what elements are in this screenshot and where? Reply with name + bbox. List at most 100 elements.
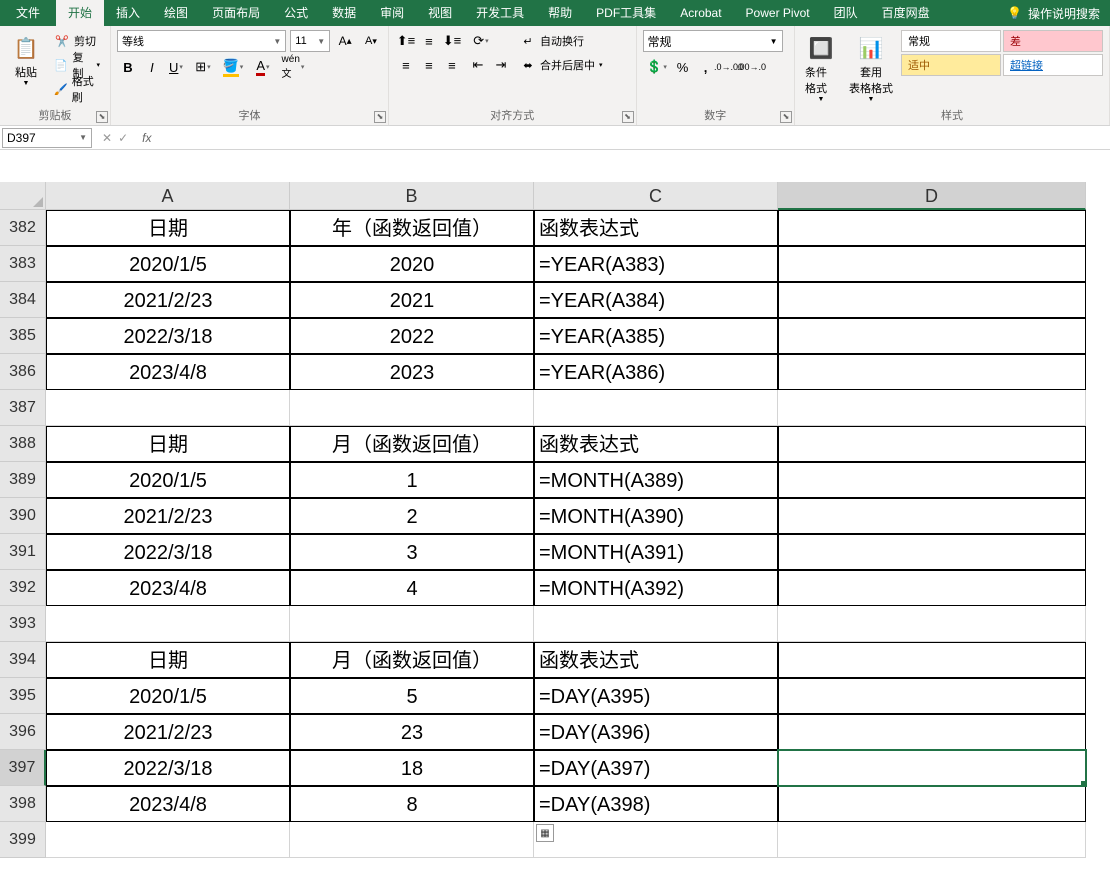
row-header[interactable]: 387 bbox=[0, 390, 46, 426]
cell[interactable] bbox=[778, 786, 1086, 822]
cell[interactable]: =YEAR(A384) bbox=[534, 282, 778, 318]
number-launcher[interactable]: ⬊ bbox=[780, 111, 792, 123]
increase-font-icon[interactable]: A▴ bbox=[334, 30, 356, 52]
cell[interactable] bbox=[778, 318, 1086, 354]
cell[interactable] bbox=[778, 750, 1086, 786]
merge-center-button[interactable]: ⬌合并后居中▾ bbox=[516, 54, 607, 76]
cell[interactable]: 2020/1/5 bbox=[46, 246, 290, 282]
align-top-icon[interactable]: ⬆≡ bbox=[395, 30, 417, 52]
cell[interactable] bbox=[778, 606, 1086, 642]
cell[interactable] bbox=[778, 642, 1086, 678]
tell-me[interactable]: 操作说明搜索 bbox=[1028, 5, 1100, 22]
align-left-icon[interactable]: ≡ bbox=[395, 54, 417, 76]
row-header[interactable]: 396 bbox=[0, 714, 46, 750]
align-bottom-icon[interactable]: ⬇≡ bbox=[441, 30, 463, 52]
cell[interactable]: 2022 bbox=[290, 318, 534, 354]
cell[interactable]: 2021/2/23 bbox=[46, 714, 290, 750]
cell[interactable]: =MONTH(A389) bbox=[534, 462, 778, 498]
cancel-formula-icon[interactable]: ✕ bbox=[102, 131, 112, 145]
alignment-launcher[interactable]: ⬊ bbox=[622, 111, 634, 123]
cell[interactable]: =MONTH(A392) bbox=[534, 570, 778, 606]
decrease-decimal-icon[interactable]: .00→.0 bbox=[741, 56, 763, 78]
borders-button[interactable]: ⊞▾ bbox=[189, 56, 217, 78]
bold-button[interactable]: B bbox=[117, 56, 139, 78]
row-header[interactable]: 393 bbox=[0, 606, 46, 642]
row-header[interactable]: 399 bbox=[0, 822, 46, 858]
row-header[interactable]: 395 bbox=[0, 678, 46, 714]
cell[interactable] bbox=[778, 534, 1086, 570]
format-as-table-button[interactable]: 📊套用 表格格式▼ bbox=[845, 30, 897, 105]
style-good[interactable]: 适中 bbox=[901, 54, 1001, 76]
font-launcher[interactable]: ⬊ bbox=[374, 111, 386, 123]
cell[interactable]: 2022/3/18 bbox=[46, 534, 290, 570]
autofill-options-icon[interactable]: ▦ bbox=[536, 824, 554, 842]
cell[interactable]: 2021/2/23 bbox=[46, 498, 290, 534]
cell[interactable]: 日期 bbox=[46, 642, 290, 678]
row-header[interactable]: 389 bbox=[0, 462, 46, 498]
number-format-combo[interactable]: 常规▼ bbox=[643, 30, 783, 52]
cell[interactable]: 2023/4/8 bbox=[46, 354, 290, 390]
font-size-combo[interactable]: 11▼ bbox=[290, 30, 330, 52]
style-hyperlink[interactable]: 超链接 bbox=[1003, 54, 1103, 76]
cell[interactable]: 函数表达式 bbox=[534, 426, 778, 462]
cell[interactable]: 1 bbox=[290, 462, 534, 498]
cell[interactable]: =YEAR(A383) bbox=[534, 246, 778, 282]
cell[interactable]: 2022/3/18 bbox=[46, 318, 290, 354]
cell[interactable] bbox=[46, 606, 290, 642]
row-header[interactable]: 398 bbox=[0, 786, 46, 822]
cell[interactable]: 函数表达式 bbox=[534, 210, 778, 246]
cell[interactable] bbox=[778, 678, 1086, 714]
cell[interactable] bbox=[778, 462, 1086, 498]
cell[interactable]: 月（函数返回值） bbox=[290, 642, 534, 678]
cell[interactable]: =YEAR(A386) bbox=[534, 354, 778, 390]
tab-powerpivot[interactable]: Power Pivot bbox=[734, 0, 822, 26]
cell[interactable] bbox=[290, 390, 534, 426]
cell[interactable] bbox=[778, 282, 1086, 318]
row-header[interactable]: 386 bbox=[0, 354, 46, 390]
cell[interactable] bbox=[778, 570, 1086, 606]
tab-home[interactable]: 开始 bbox=[56, 0, 104, 26]
cell[interactable] bbox=[534, 606, 778, 642]
phonetic-button[interactable]: wén文▾ bbox=[279, 56, 307, 78]
cell[interactable]: 18 bbox=[290, 750, 534, 786]
paste-button[interactable]: 📋 粘贴 ▼ bbox=[6, 30, 46, 89]
cell[interactable] bbox=[778, 822, 1086, 858]
cell[interactable]: 2023/4/8 bbox=[46, 786, 290, 822]
formula-input[interactable] bbox=[157, 128, 1110, 148]
cell[interactable]: 5 bbox=[290, 678, 534, 714]
col-header-C[interactable]: C bbox=[534, 182, 778, 210]
format-painter-button[interactable]: 🖌️格式刷 bbox=[50, 78, 104, 100]
tab-acrobat[interactable]: Acrobat bbox=[668, 0, 733, 26]
increase-indent-icon[interactable]: ⇥ bbox=[490, 54, 512, 76]
cell[interactable] bbox=[46, 390, 290, 426]
accounting-format-button[interactable]: 💲▾ bbox=[643, 56, 671, 78]
cell[interactable]: 2021/2/23 bbox=[46, 282, 290, 318]
cell[interactable] bbox=[778, 498, 1086, 534]
cell[interactable] bbox=[534, 390, 778, 426]
tab-insert[interactable]: 插入 bbox=[104, 0, 152, 26]
cell[interactable] bbox=[778, 210, 1086, 246]
cell[interactable]: =MONTH(A391) bbox=[534, 534, 778, 570]
tab-layout[interactable]: 页面布局 bbox=[200, 0, 272, 26]
cell[interactable]: 4 bbox=[290, 570, 534, 606]
tab-draw[interactable]: 绘图 bbox=[152, 0, 200, 26]
tab-review[interactable]: 审阅 bbox=[368, 0, 416, 26]
cell[interactable] bbox=[778, 390, 1086, 426]
cell[interactable]: 2020/1/5 bbox=[46, 462, 290, 498]
tab-baidu[interactable]: 百度网盘 bbox=[870, 0, 942, 26]
style-bad[interactable]: 差 bbox=[1003, 30, 1103, 52]
conditional-format-button[interactable]: 🔲条件格式▼ bbox=[801, 30, 841, 105]
cell[interactable]: =YEAR(A385) bbox=[534, 318, 778, 354]
row-header[interactable]: 383 bbox=[0, 246, 46, 282]
cell[interactable]: 2022/3/18 bbox=[46, 750, 290, 786]
enter-formula-icon[interactable]: ✓ bbox=[118, 131, 128, 145]
decrease-font-icon[interactable]: A▾ bbox=[360, 30, 382, 52]
cell[interactable] bbox=[778, 426, 1086, 462]
cell[interactable]: 日期 bbox=[46, 210, 290, 246]
tab-data[interactable]: 数据 bbox=[320, 0, 368, 26]
italic-button[interactable]: I bbox=[141, 56, 163, 78]
cell[interactable]: =DAY(A398) bbox=[534, 786, 778, 822]
fx-icon[interactable]: fx bbox=[136, 131, 157, 145]
row-header[interactable]: 382 bbox=[0, 210, 46, 246]
row-header[interactable]: 385 bbox=[0, 318, 46, 354]
